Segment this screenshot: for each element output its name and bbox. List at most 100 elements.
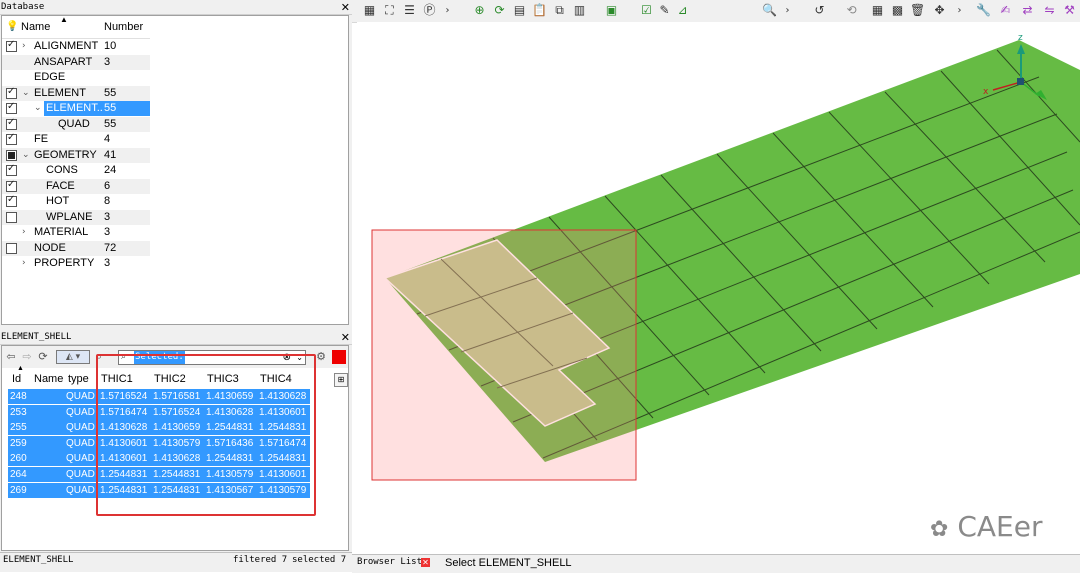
box-selection-rectangle — [371, 229, 637, 481]
measure-icon[interactable]: ⊿ — [675, 3, 690, 18]
row-name: FE PERIMETER — [34, 133, 98, 160]
refresh-icon[interactable]: ⟳ — [492, 3, 507, 18]
row-checkbox[interactable] — [6, 101, 17, 114]
row-name: ALIGNMENT — [34, 40, 99, 52]
row-checkbox[interactable] — [6, 149, 17, 161]
database-row-element[interactable]: ⌄ELEMENT...55 — [2, 101, 150, 116]
expand-arrow-icon[interactable]: › — [22, 225, 26, 240]
database-tree[interactable]: 💡 Name ▲ Number › ALIGNMENT 10 ANSAPART 3 EDG… — [1, 15, 349, 325]
tool-icon[interactable]: ⚒ — [1062, 3, 1077, 18]
filter-mode-dropdown[interactable]: ◭ ▾ — [56, 350, 90, 364]
row-checkbox[interactable] — [6, 39, 17, 52]
row-number: 55 — [104, 117, 117, 130]
settings-icon[interactable]: 🔧 — [976, 3, 991, 18]
row-name: ELEMENT... — [44, 101, 106, 116]
swap-icon[interactable]: ⇄ — [1020, 3, 1035, 18]
database-row-edge[interactable]: EDGE — [2, 70, 150, 85]
row-checkbox[interactable] — [6, 132, 17, 145]
database-row-property[interactable]: › PROPERTY 3 — [2, 256, 150, 271]
database-row-node[interactable]: NODE 72 — [2, 240, 150, 256]
database-row-quad[interactable]: QUAD 55 — [2, 116, 150, 132]
building-icon[interactable]: ▦ — [870, 3, 885, 18]
database-row-fe-perimeter[interactable]: FE PERIMETER 4 — [2, 132, 150, 160]
row-checkbox[interactable] — [6, 179, 17, 192]
browser-list-tab[interactable]: Browser List — [357, 557, 422, 567]
element-shell-close-icon[interactable]: ✕ — [341, 330, 350, 345]
collapse-arrow-icon[interactable]: ⌄ — [34, 101, 42, 116]
row-checkbox[interactable] — [6, 163, 17, 176]
refresh-icon[interactable]: ⟳ — [36, 350, 50, 364]
database-row-hot-point[interactable]: HOT POINT 8 — [2, 194, 150, 222]
row-number: 6 — [104, 179, 111, 192]
database-row-alignment[interactable]: › ALIGNMENT 10 — [2, 39, 150, 54]
transform-icon[interactable]: ⟲ — [844, 3, 859, 18]
column-header-type[interactable]: type — [68, 373, 89, 385]
color-swatch[interactable] — [332, 350, 346, 364]
table-cell-id: 248 — [10, 391, 27, 402]
graphics-viewport[interactable]: z x — [357, 22, 1080, 554]
check-icon[interactable]: ☑ — [639, 3, 654, 18]
row-number: 8 — [104, 195, 111, 207]
parameter-icon[interactable]: Ⓟ — [422, 3, 437, 18]
table-icon[interactable]: ▥ — [572, 3, 587, 18]
browser-list-close-icon[interactable]: ✕ — [421, 558, 430, 567]
query-icon[interactable]: ⛶ — [382, 3, 397, 18]
database-row-material[interactable]: › MATERIAL 3 — [2, 225, 150, 240]
column-header-name[interactable]: Name — [21, 21, 50, 33]
display-icon[interactable]: ▣ — [604, 3, 619, 18]
row-number: 55 — [104, 86, 117, 99]
collapse-arrow-icon[interactable]: ⌄ — [22, 86, 30, 101]
column-header-number[interactable]: Number — [104, 21, 143, 33]
database-row-ansapart[interactable]: ANSAPART 3 — [2, 54, 150, 70]
edit-icon[interactable]: ✍ — [998, 3, 1013, 18]
watermark-logo: ✿ CAEer — [930, 510, 1042, 543]
back-icon[interactable]: ⇦ — [4, 350, 18, 364]
clipboard-icon[interactable]: 📋 — [532, 3, 547, 18]
database-row-cons[interactable]: CONS 24 — [2, 163, 150, 178]
grid-view-icon[interactable]: ▦ — [362, 3, 377, 18]
database-close-icon[interactable]: ✕ — [341, 0, 350, 15]
forward-icon[interactable]: ⇨ — [20, 350, 34, 364]
table-cell-type: QUAD — [66, 453, 95, 465]
rotate-icon[interactable]: ↺ — [812, 3, 827, 18]
row-name: MATERIAL — [34, 226, 89, 238]
options-icon[interactable]: ⚙ — [314, 350, 328, 364]
chevron-right-icon[interactable]: › — [780, 3, 795, 18]
column-header-name[interactable]: Name — [34, 373, 63, 385]
row-checkbox[interactable] — [6, 194, 17, 207]
column-header-id[interactable]: Id — [12, 373, 21, 385]
calculator-icon[interactable]: ▩ — [890, 3, 905, 18]
status-entity-name: ELEMENT_SHELL — [3, 555, 74, 565]
split-icon[interactable]: ⇋ — [1042, 3, 1057, 18]
pen-icon[interactable]: ✎ — [657, 3, 672, 18]
collapse-arrow-icon[interactable]: ⌄ — [22, 148, 30, 163]
database-row-wplane[interactable]: WPLANE 3 — [2, 209, 150, 225]
row-checkbox[interactable] — [6, 211, 17, 223]
row-checkbox[interactable] — [6, 242, 17, 254]
database-row-element[interactable]: ⌄ ELEMENT 55 — [2, 85, 150, 101]
delete-icon[interactable]: 🗑 — [910, 3, 925, 18]
chevron-right-icon[interactable]: › — [440, 3, 455, 18]
mesh-canvas[interactable]: z x — [357, 22, 1080, 554]
element-shell-panel-title: ELEMENT_SHELL ✕ — [0, 330, 352, 345]
row-name: NODE — [34, 241, 66, 254]
database-row-face[interactable]: FACE 6 — [2, 178, 150, 194]
row-number: 41 — [104, 148, 117, 161]
pages-icon[interactable]: ⧉ — [552, 3, 567, 18]
wechat-icon: ✿ — [930, 517, 949, 542]
expand-arrow-icon[interactable]: › — [22, 256, 26, 271]
table-cell-id: 260 — [10, 453, 27, 465]
row-checkbox[interactable] — [6, 86, 17, 99]
add-icon[interactable]: ⊕ — [472, 3, 487, 18]
row-checkbox[interactable] — [6, 117, 17, 130]
move-icon[interactable]: ✥ — [932, 3, 947, 18]
list-icon[interactable]: ☰ — [402, 3, 417, 18]
column-chooser-icon[interactable]: ⊞ — [334, 373, 348, 387]
database-row-geometry[interactable]: ⌄ GEOMETRY 41 — [2, 147, 150, 163]
expand-arrow-icon[interactable]: › — [22, 39, 26, 54]
element-shell-list[interactable]: ⇦ ⇨ ⟳ ◭ ▾ ⌕ ⌕ Selected: ⊗ ⌄ ⚙ Id ▲ Name … — [1, 345, 349, 551]
chevron-right-icon[interactable]: › — [952, 3, 967, 18]
row-number: 3 — [104, 257, 111, 269]
document-icon[interactable]: ▤ — [512, 3, 527, 18]
zoom-icon[interactable]: 🔍 — [762, 3, 777, 18]
